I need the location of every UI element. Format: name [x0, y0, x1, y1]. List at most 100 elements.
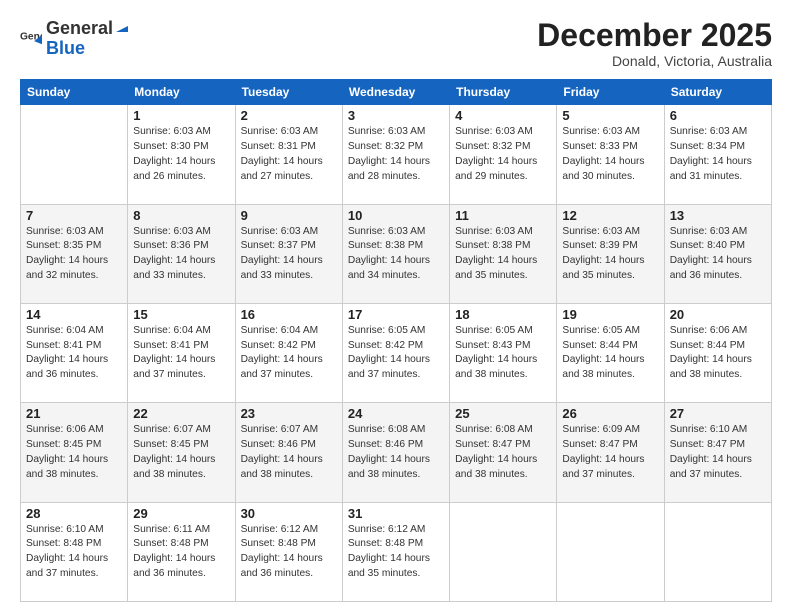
title-block: December 2025 Donald, Victoria, Australi… [537, 18, 772, 69]
calendar-week-2: 7 Sunrise: 6:03 AM Sunset: 8:35 PM Daylig… [21, 204, 772, 303]
col-thursday: Thursday [450, 80, 557, 105]
day-number: 27 [670, 406, 766, 421]
day-number: 29 [133, 506, 229, 521]
day-info: Sunrise: 6:05 AM Sunset: 8:42 PM Dayligh… [348, 324, 444, 383]
day-number: 21 [26, 406, 122, 421]
day-info: Sunrise: 6:04 AM Sunset: 8:41 PM Dayligh… [26, 324, 122, 383]
table-row: 5 Sunrise: 6:03 AM Sunset: 8:33 PM Daylig… [557, 105, 664, 204]
col-sunday: Sunday [21, 80, 128, 105]
col-saturday: Saturday [664, 80, 771, 105]
day-info: Sunrise: 6:04 AM Sunset: 8:41 PM Dayligh… [133, 324, 229, 383]
day-number: 15 [133, 307, 229, 322]
day-info: Sunrise: 6:06 AM Sunset: 8:44 PM Dayligh… [670, 324, 766, 383]
day-number: 13 [670, 208, 766, 223]
table-row: 21Sunrise: 6:06 AM Sunset: 8:45 PM Dayli… [21, 403, 128, 502]
day-number: 31 [348, 506, 444, 521]
table-row: 30Sunrise: 6:12 AM Sunset: 8:48 PM Dayli… [235, 502, 342, 601]
day-info: Sunrise: 6:03 AM Sunset: 8:36 PM Dayligh… [133, 225, 229, 284]
table-row: 16 Sunrise: 6:04 AM Sunset: 8:42 PM Dayli… [235, 303, 342, 402]
day-info: Sunrise: 6:03 AM Sunset: 8:35 PM Dayligh… [26, 225, 122, 284]
logo-arrow-icon [114, 18, 130, 34]
day-number: 26 [562, 406, 658, 421]
header: General General Blue December 2025 Donal… [20, 18, 772, 69]
calendar-week-1: 1Sunrise: 6:03 AM Sunset: 8:30 PM Daylig… [21, 105, 772, 204]
day-info: Sunrise: 6:03 AM Sunset: 8:38 PM Dayligh… [455, 225, 551, 284]
day-number: 1 [133, 108, 229, 123]
day-number: 6 [670, 108, 766, 123]
day-number: 12 [562, 208, 658, 223]
day-info: Sunrise: 6:05 AM Sunset: 8:43 PM Dayligh… [455, 324, 551, 383]
day-number: 4 [455, 108, 551, 123]
day-info: Sunrise: 6:04 AM Sunset: 8:42 PM Dayligh… [241, 324, 337, 383]
day-number: 28 [26, 506, 122, 521]
table-row: 20 Sunrise: 6:06 AM Sunset: 8:44 PM Dayli… [664, 303, 771, 402]
table-row: 29Sunrise: 6:11 AM Sunset: 8:48 PM Dayli… [128, 502, 235, 601]
day-info: Sunrise: 6:03 AM Sunset: 8:32 PM Dayligh… [455, 125, 551, 184]
day-info: Sunrise: 6:07 AM Sunset: 8:45 PM Dayligh… [133, 423, 229, 482]
day-number: 11 [455, 208, 551, 223]
day-number: 22 [133, 406, 229, 421]
day-number: 9 [241, 208, 337, 223]
day-number: 10 [348, 208, 444, 223]
day-number: 17 [348, 307, 444, 322]
day-info: Sunrise: 6:03 AM Sunset: 8:33 PM Dayligh… [562, 125, 658, 184]
table-row: 1Sunrise: 6:03 AM Sunset: 8:30 PM Daylig… [128, 105, 235, 204]
table-row [450, 502, 557, 601]
day-number: 14 [26, 307, 122, 322]
day-number: 19 [562, 307, 658, 322]
table-row: 27 Sunrise: 6:10 AM Sunset: 8:47 PM Dayli… [664, 403, 771, 502]
table-row: 28 Sunrise: 6:10 AM Sunset: 8:48 PM Dayli… [21, 502, 128, 601]
table-row: 2Sunrise: 6:03 AM Sunset: 8:31 PM Daylig… [235, 105, 342, 204]
day-info: Sunrise: 6:05 AM Sunset: 8:44 PM Dayligh… [562, 324, 658, 383]
day-number: 23 [241, 406, 337, 421]
calendar-subtitle: Donald, Victoria, Australia [537, 53, 772, 69]
calendar-week-5: 28 Sunrise: 6:10 AM Sunset: 8:48 PM Dayli… [21, 502, 772, 601]
day-number: 7 [26, 208, 122, 223]
table-row: 24Sunrise: 6:08 AM Sunset: 8:46 PM Dayli… [342, 403, 449, 502]
col-tuesday: Tuesday [235, 80, 342, 105]
day-info: Sunrise: 6:12 AM Sunset: 8:48 PM Dayligh… [348, 523, 444, 582]
logo-general-text: General [46, 19, 113, 39]
table-row: 3Sunrise: 6:03 AM Sunset: 8:32 PM Daylig… [342, 105, 449, 204]
table-row: 23 Sunrise: 6:07 AM Sunset: 8:46 PM Dayli… [235, 403, 342, 502]
col-monday: Monday [128, 80, 235, 105]
table-row: 22 Sunrise: 6:07 AM Sunset: 8:45 PM Dayli… [128, 403, 235, 502]
col-friday: Friday [557, 80, 664, 105]
table-row [21, 105, 128, 204]
day-number: 5 [562, 108, 658, 123]
calendar-table: Sunday Monday Tuesday Wednesday Thursday… [20, 79, 772, 602]
calendar-week-3: 14 Sunrise: 6:04 AM Sunset: 8:41 PM Dayli… [21, 303, 772, 402]
day-info: Sunrise: 6:09 AM Sunset: 8:47 PM Dayligh… [562, 423, 658, 482]
table-row: 10Sunrise: 6:03 AM Sunset: 8:38 PM Dayli… [342, 204, 449, 303]
day-info: Sunrise: 6:03 AM Sunset: 8:39 PM Dayligh… [562, 225, 658, 284]
day-info: Sunrise: 6:08 AM Sunset: 8:47 PM Dayligh… [455, 423, 551, 482]
table-row [557, 502, 664, 601]
calendar-header-row: Sunday Monday Tuesday Wednesday Thursday… [21, 80, 772, 105]
table-row: 19 Sunrise: 6:05 AM Sunset: 8:44 PM Dayli… [557, 303, 664, 402]
day-number: 30 [241, 506, 337, 521]
table-row: 25Sunrise: 6:08 AM Sunset: 8:47 PM Dayli… [450, 403, 557, 502]
calendar-week-4: 21Sunrise: 6:06 AM Sunset: 8:45 PM Dayli… [21, 403, 772, 502]
day-info: Sunrise: 6:03 AM Sunset: 8:34 PM Dayligh… [670, 125, 766, 184]
day-info: Sunrise: 6:10 AM Sunset: 8:48 PM Dayligh… [26, 523, 122, 582]
table-row: 7 Sunrise: 6:03 AM Sunset: 8:35 PM Daylig… [21, 204, 128, 303]
day-number: 20 [670, 307, 766, 322]
table-row: 12 Sunrise: 6:03 AM Sunset: 8:39 PM Dayli… [557, 204, 664, 303]
day-number: 16 [241, 307, 337, 322]
day-number: 24 [348, 406, 444, 421]
table-row: 17 Sunrise: 6:05 AM Sunset: 8:42 PM Dayli… [342, 303, 449, 402]
day-number: 8 [133, 208, 229, 223]
table-row [664, 502, 771, 601]
logo-icon: General [20, 27, 42, 49]
table-row: 11 Sunrise: 6:03 AM Sunset: 8:38 PM Dayli… [450, 204, 557, 303]
day-info: Sunrise: 6:10 AM Sunset: 8:47 PM Dayligh… [670, 423, 766, 482]
day-number: 3 [348, 108, 444, 123]
table-row: 14 Sunrise: 6:04 AM Sunset: 8:41 PM Dayli… [21, 303, 128, 402]
day-info: Sunrise: 6:03 AM Sunset: 8:31 PM Dayligh… [241, 125, 337, 184]
table-row: 4 Sunrise: 6:03 AM Sunset: 8:32 PM Daylig… [450, 105, 557, 204]
day-info: Sunrise: 6:07 AM Sunset: 8:46 PM Dayligh… [241, 423, 337, 482]
table-row: 8 Sunrise: 6:03 AM Sunset: 8:36 PM Daylig… [128, 204, 235, 303]
table-row: 13Sunrise: 6:03 AM Sunset: 8:40 PM Dayli… [664, 204, 771, 303]
page: General General Blue December 2025 Donal… [0, 0, 792, 612]
table-row: 15 Sunrise: 6:04 AM Sunset: 8:41 PM Dayli… [128, 303, 235, 402]
